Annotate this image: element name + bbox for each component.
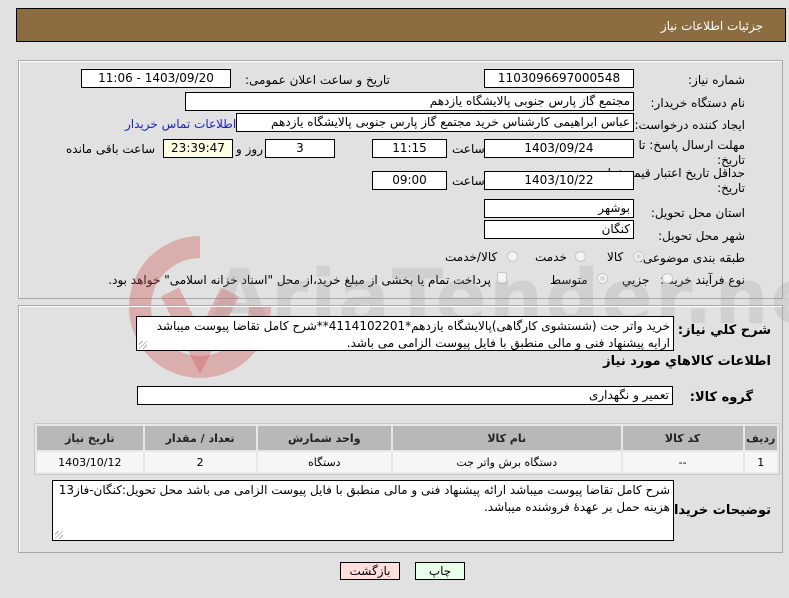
city-label: شهر محل تحویل: — [658, 229, 745, 243]
page-title: جزئیات اطلاعات نیاز — [660, 19, 763, 33]
cell-item-code: -- — [622, 452, 743, 472]
process-option-minor: جزیي — [622, 273, 650, 287]
cell-quantity: 2 — [144, 452, 256, 472]
goods-table: ردیف کد کالا نام کالا واحد شمارش تعداد /… — [34, 423, 780, 475]
summary-textarea[interactable]: خرید واتر جت (شستشوی کارگاهی)پالایشگاه ی… — [136, 316, 674, 351]
category-radio-goods-service[interactable] — [507, 251, 518, 262]
purchase-process-label: نوع فرآیند خرید : — [660, 273, 745, 287]
goods-group-label: گروه کالا: — [689, 390, 753, 405]
announce-datetime-field: 1403/09/20 - 11:06 — [81, 69, 231, 88]
requester-field: عباس ابراهیمی کارشناس خرید مجتمع گاز پار… — [236, 113, 634, 132]
remaining-time-label: ساعت باقی مانده — [66, 142, 156, 156]
buyer-contact-link[interactable]: اطلاعات تماس خریدار — [125, 117, 236, 131]
category-option-service: خدمت — [535, 250, 567, 264]
process-radio-medium[interactable] — [597, 273, 608, 284]
treasury-checkbox-label: پرداخت تمام یا بخشی از مبلغ خرید،از محل … — [108, 273, 491, 287]
cell-item-name: دستگاه برش واتر جت — [392, 452, 621, 472]
cell-unit: دستگاه — [257, 452, 391, 472]
page-header: جزئیات اطلاعات نیاز — [16, 8, 786, 42]
cell-need-date: 1403/10/12 — [37, 452, 143, 472]
table-row: 1 -- دستگاه برش واتر جت دستگاه 2 1403/10… — [37, 452, 777, 472]
col-quantity: تعداد / مقدار — [144, 426, 256, 450]
buyer-notes-textarea[interactable]: شرح کامل تقاضا پیوست میباشد ارائه پیشنها… — [52, 480, 674, 541]
category-radio-service[interactable] — [575, 251, 586, 262]
goods-table-header: ردیف کد کالا نام کالا واحد شمارش تعداد /… — [37, 426, 777, 450]
response-time-label: ساعت — [452, 142, 485, 156]
need-number-field: 1103096697000548 — [484, 69, 634, 88]
cell-row-number: 1 — [744, 452, 777, 472]
buyer-notes-text: شرح کامل تقاضا پیوست میباشد ارائه پیشنها… — [58, 483, 670, 514]
price-validity-time: 09:00 — [372, 171, 447, 190]
response-deadline-date: 1403/09/24 — [484, 139, 634, 158]
buyer-org-label: نام دستگاه خریدار: — [650, 96, 746, 110]
goods-section-title: اطلاعات کالاهاي مورد نیاز — [603, 354, 771, 369]
category-label: طبقه بندی موضوعی: — [638, 251, 745, 265]
response-deadline-label-line2: تاریخ: — [717, 153, 745, 167]
days-label: روز و — [236, 142, 263, 156]
price-validity-time-label: ساعت — [452, 174, 485, 188]
price-validity-date: 1403/10/22 — [484, 171, 634, 190]
announce-datetime-label: تاریخ و ساعت اعلان عمومی: — [245, 73, 390, 87]
back-button[interactable]: بازگشت — [340, 562, 400, 580]
response-deadline-time: 11:15 — [372, 139, 447, 158]
summary-text: خرید واتر جت (شستشوی کارگاهی)پالایشگاه ی… — [156, 319, 670, 350]
col-item-name: نام کالا — [392, 426, 621, 450]
price-validity-label-line2: تاریخ: — [717, 181, 745, 195]
requester-label: ایجاد کننده درخواست: — [634, 118, 745, 132]
col-unit: واحد شمارش — [257, 426, 391, 450]
treasury-checkbox[interactable] — [497, 272, 507, 284]
category-radio-goods[interactable] — [633, 251, 644, 262]
buyer-org-field: مجتمع گاز پارس جنوبی پالایشگاه یازدهم — [185, 92, 634, 111]
print-button[interactable]: چاپ — [415, 562, 465, 580]
resize-grip-icon[interactable] — [55, 531, 63, 539]
process-radio-minor[interactable] — [662, 273, 673, 284]
province-field: بوشهر — [484, 199, 634, 218]
summary-label: شرح کلي نیاز: — [677, 323, 771, 338]
category-option-goods-service: کالا/خدمت — [445, 250, 498, 264]
goods-group-field: تعمیر و نگهداری — [137, 386, 673, 405]
province-label: استان محل تحویل: — [650, 206, 745, 220]
remaining-days: 3 — [265, 139, 335, 158]
response-deadline-label: مهلت ارسال پاسخ: تا — [638, 138, 745, 152]
col-row-number: ردیف — [744, 426, 777, 450]
resize-grip-icon[interactable] — [139, 341, 147, 349]
category-option-goods: کالا — [607, 250, 624, 264]
col-item-code: کد کالا — [622, 426, 743, 450]
process-option-medium: متوسط — [550, 273, 588, 287]
city-field: کنگان — [484, 220, 634, 239]
col-need-date: تاریخ نیاز — [37, 426, 143, 450]
remaining-time: 23:39:47 — [163, 139, 233, 158]
need-number-label: شماره نیاز: — [688, 73, 745, 87]
buyer-notes-label: توضیحات خریدار: — [661, 503, 771, 518]
